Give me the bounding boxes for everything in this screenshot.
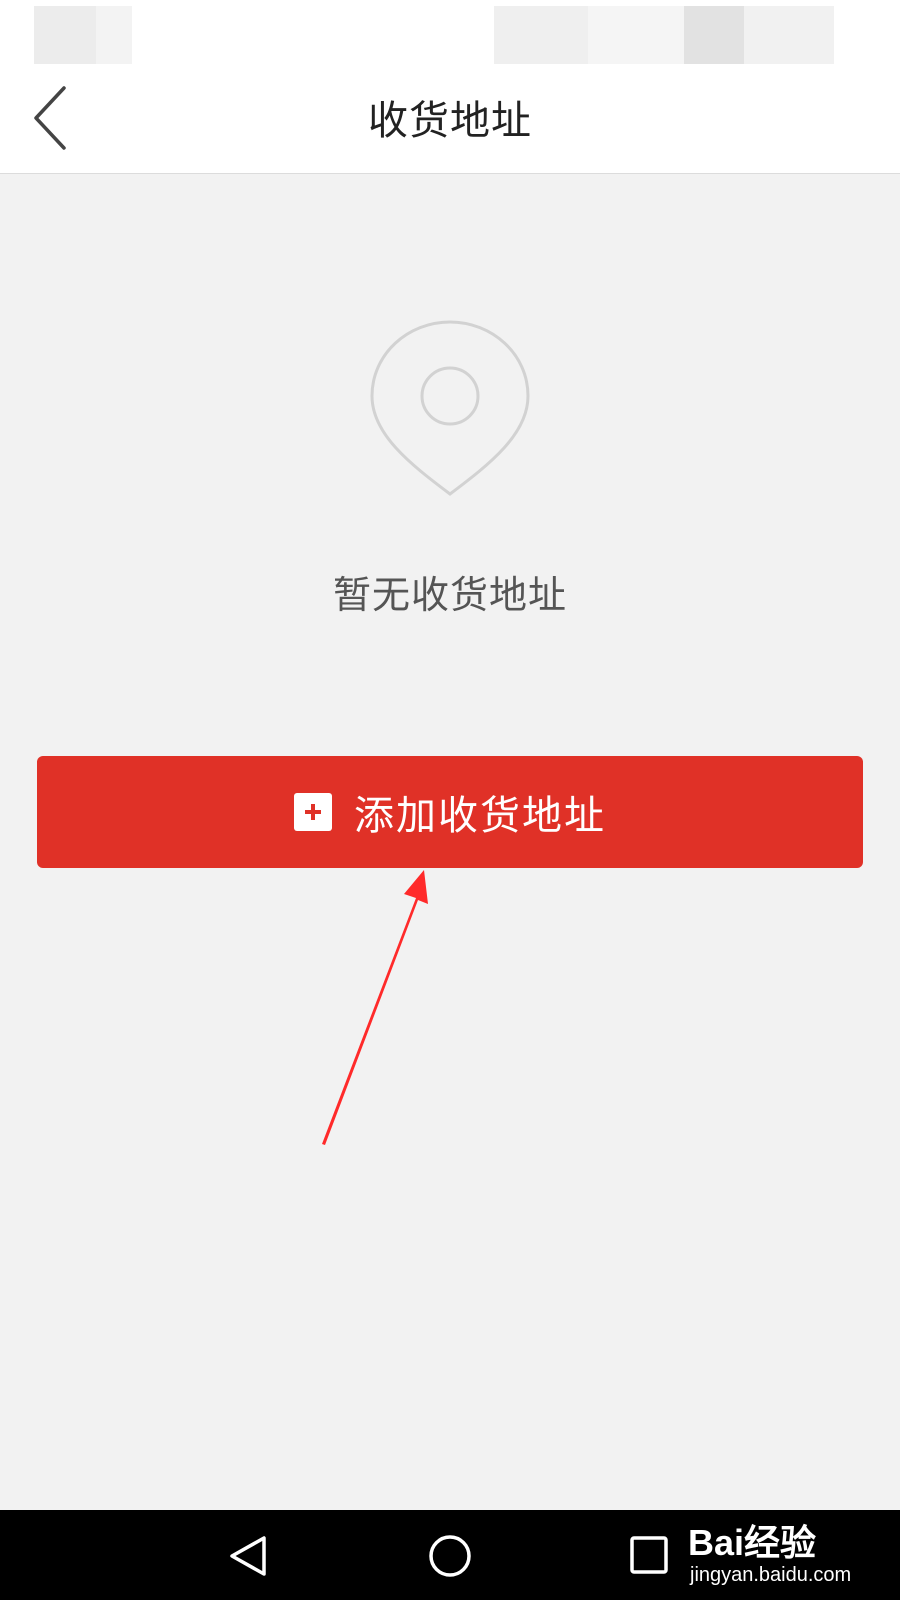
plus-square-icon — [294, 793, 332, 831]
watermark-url: jingyan.baidu.com — [690, 1564, 852, 1586]
back-button[interactable] — [20, 82, 80, 154]
nav-back-button[interactable] — [220, 1526, 280, 1586]
nav-home-button[interactable] — [420, 1526, 480, 1586]
watermark: Bai经验 jingyan.baidu.com — [688, 1506, 898, 1596]
page-title: 收货地址 — [368, 98, 532, 144]
title-bar: 收货地址 — [0, 68, 900, 174]
nav-recents-button[interactable] — [620, 1526, 680, 1586]
watermark-logo: Bai经验 — [688, 1522, 817, 1563]
square-recents-icon — [630, 1536, 668, 1574]
triangle-back-icon — [230, 1536, 266, 1576]
chevron-left-icon — [34, 86, 66, 150]
location-pin-icon — [370, 320, 530, 496]
add-address-button[interactable]: 添加收货地址 — [37, 756, 863, 868]
circle-home-icon — [429, 1535, 471, 1577]
status-bar — [0, 0, 900, 68]
add-address-label: 添加收货地址 — [354, 793, 606, 839]
empty-message: 暂无收货地址 — [332, 573, 567, 617]
